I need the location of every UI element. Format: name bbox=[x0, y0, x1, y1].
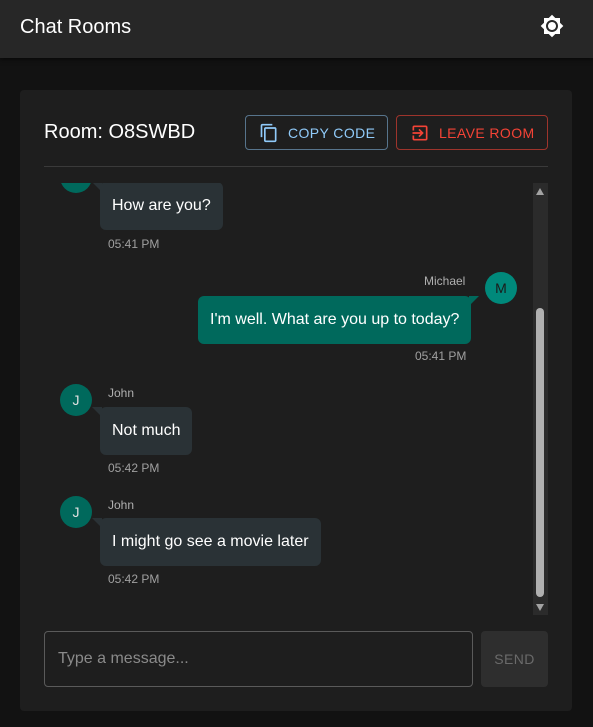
avatar: M bbox=[485, 272, 517, 304]
leave-room-button[interactable]: LEAVE ROOM bbox=[396, 115, 548, 150]
room-title: Room: O8SWBD bbox=[44, 121, 196, 143]
copy-code-button[interactable]: COPY CODE bbox=[245, 115, 388, 150]
message-bubble: How are you? bbox=[92, 183, 223, 230]
avatar bbox=[60, 183, 92, 193]
exit-icon bbox=[410, 123, 430, 143]
message-time: 05:42 PM bbox=[108, 572, 160, 586]
message-list[interactable]: How are you? 05:41 PM Michael M I'm well… bbox=[44, 183, 534, 615]
chat-room-card: Room: O8SWBD COPY CODE LEAVE ROOM How ar… bbox=[20, 90, 572, 711]
scroll-up-arrow-icon[interactable] bbox=[536, 188, 544, 195]
message-time: 05:41 PM bbox=[415, 349, 467, 363]
message-time: 05:42 PM bbox=[108, 461, 160, 475]
message-input-field[interactable] bbox=[44, 631, 473, 687]
brightness-icon bbox=[540, 14, 564, 38]
scroll-down-arrow-icon[interactable] bbox=[536, 604, 544, 611]
message-bubble: Not much bbox=[91, 407, 193, 455]
copy-icon bbox=[259, 123, 279, 143]
avatar: J bbox=[60, 496, 92, 528]
scroll-thumb[interactable] bbox=[536, 308, 544, 597]
message-sender: Michael bbox=[424, 274, 466, 288]
app-title: Chat Rooms bbox=[20, 16, 132, 38]
message-bubble: I might go see a movie later bbox=[92, 518, 321, 566]
message-bubble: I'm well. What are you up to today? bbox=[198, 296, 480, 344]
avatar: J bbox=[60, 384, 92, 416]
leave-room-label: LEAVE ROOM bbox=[439, 124, 535, 141]
theme-toggle-button[interactable] bbox=[536, 10, 568, 42]
message-scrollbar[interactable] bbox=[533, 183, 548, 615]
app-bar: Chat Rooms bbox=[0, 0, 593, 58]
message-input[interactable] bbox=[45, 632, 472, 686]
message-time: 05:41 PM bbox=[108, 237, 160, 251]
message-sender: John bbox=[108, 386, 135, 400]
send-button[interactable]: SEND bbox=[481, 631, 548, 687]
header-divider bbox=[44, 166, 548, 167]
message-sender: John bbox=[108, 498, 135, 512]
copy-code-label: COPY CODE bbox=[288, 124, 376, 141]
